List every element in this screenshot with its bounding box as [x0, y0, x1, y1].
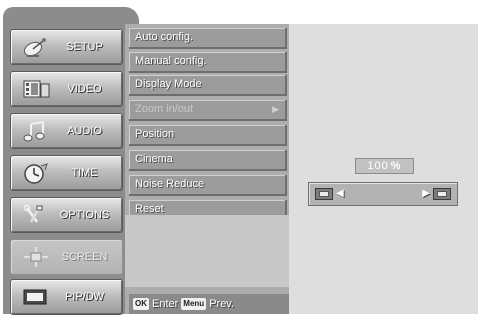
menu-item-manual-config[interactable]: Manual config.	[129, 52, 287, 73]
tab-setup-label: SETUP	[66, 41, 103, 53]
tab-options-label: OPTIONS	[59, 209, 110, 221]
menu-key-icon: Menu	[181, 298, 207, 310]
pip-icon	[19, 284, 53, 310]
tab-pip-dw-label: PIP/DW	[64, 291, 105, 303]
menu-item-display-mode[interactable]: Display Mode	[129, 75, 287, 96]
tab-screen-label: SCREEN	[61, 251, 108, 263]
tab-video-label: VIDEO	[67, 83, 102, 95]
ok-key-icon: OK	[133, 298, 149, 310]
menu-item-zoom-label: Zoom in/out	[135, 103, 194, 115]
slider-min-icon[interactable]	[315, 188, 333, 200]
zoom-unit: %	[390, 160, 402, 172]
menu-item-reset[interactable]: Reset	[129, 200, 287, 221]
tools-icon	[19, 202, 53, 228]
screen-submenu: Auto config. Manual config. Display Mode…	[125, 24, 289, 314]
tab-time-label: TIME	[71, 167, 98, 179]
arrow-right-icon[interactable]: ▶	[422, 187, 430, 201]
adjustment-panel: 100% ◀ ▶	[289, 24, 478, 314]
film-icon	[19, 76, 53, 102]
music-note-icon	[19, 118, 53, 144]
osd-menu: SETUP VIDEO AUDIO TIME OPTIONS SCREEN PI…	[0, 0, 478, 315]
help-footer: OK Enter Menu Prev.	[129, 294, 289, 314]
tab-audio[interactable]: AUDIO	[10, 113, 123, 149]
tab-audio-label: AUDIO	[67, 125, 102, 137]
zoom-value: 100	[367, 160, 389, 172]
zoom-value-display: 100%	[355, 158, 414, 174]
menu-item-noise-reduce[interactable]: Noise Reduce	[129, 175, 287, 196]
menu-item-position[interactable]: Position	[129, 125, 287, 146]
tab-screen[interactable]: SCREEN	[10, 239, 123, 275]
arrow-left-icon[interactable]: ◀	[336, 187, 344, 201]
tab-time[interactable]: TIME	[10, 155, 123, 191]
zoom-slider[interactable]: ◀ ▶	[308, 182, 458, 206]
menu-hint-label: Prev.	[209, 298, 235, 310]
menu-item-auto-config[interactable]: Auto config.	[129, 28, 287, 49]
clock-icon	[19, 160, 53, 186]
submenu-arrow-icon: ▶	[272, 104, 279, 114]
tab-options[interactable]: OPTIONS	[10, 197, 123, 233]
category-tab-strip: SETUP VIDEO AUDIO TIME OPTIONS SCREEN PI…	[3, 7, 139, 315]
screen-adjust-icon	[19, 244, 53, 270]
ok-hint-label: Enter	[152, 298, 179, 310]
tab-setup[interactable]: SETUP	[10, 29, 123, 65]
satellite-dish-icon	[19, 34, 53, 60]
slider-max-icon[interactable]	[433, 188, 451, 200]
tab-pip-dw[interactable]: PIP/DW	[10, 279, 123, 315]
tab-video[interactable]: VIDEO	[10, 71, 123, 107]
menu-item-cinema[interactable]: Cinema	[129, 150, 287, 171]
menu-item-zoom-in-out: Zoom in/out ▶	[129, 100, 287, 121]
